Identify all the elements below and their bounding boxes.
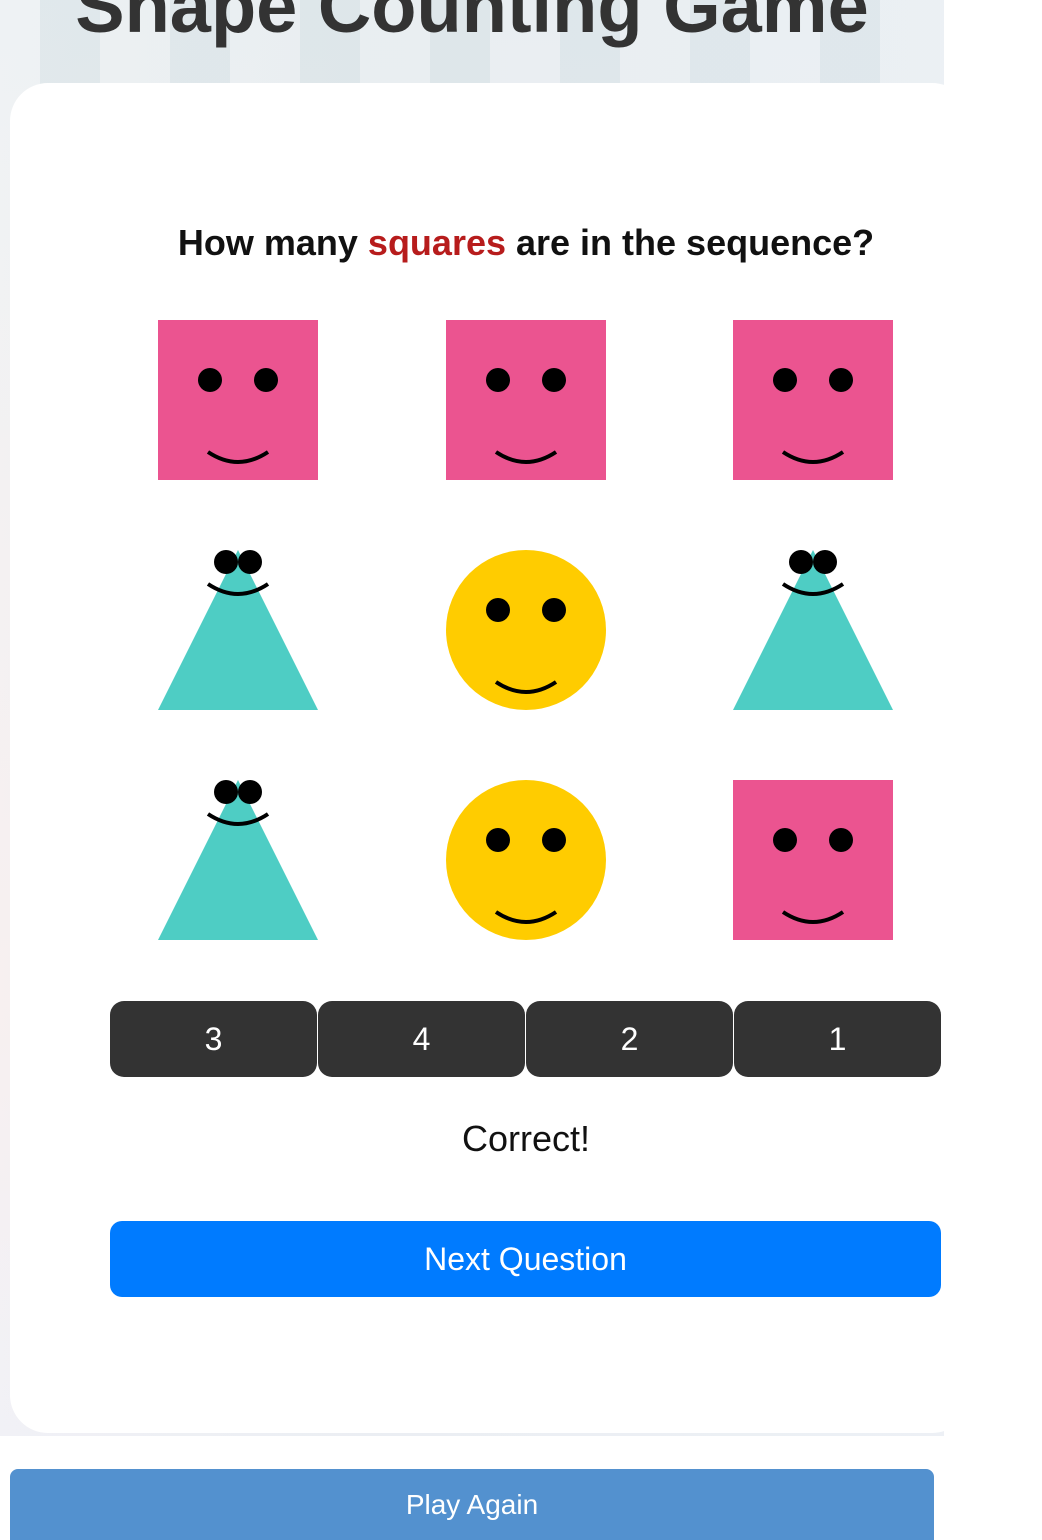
game-title: Shape Counting Game	[75, 0, 869, 48]
triangle-shape	[733, 550, 893, 710]
answer-options: 3 4 2 1	[110, 1001, 942, 1077]
square-shape	[446, 320, 606, 480]
answer-button-4[interactable]: 4	[318, 1001, 525, 1077]
answer-button-3[interactable]: 3	[110, 1001, 317, 1077]
result-message: Correct!	[461, 1118, 591, 1159]
triangle-shape	[158, 550, 318, 710]
square-shape	[733, 780, 893, 940]
next-question-button[interactable]: Next Question	[110, 1221, 941, 1297]
square-shape	[733, 320, 893, 480]
play-again-button[interactable]: Play Again	[10, 1469, 934, 1540]
question-suffix: are in the sequence?	[506, 222, 875, 263]
triangle-shape	[158, 780, 318, 940]
circle-shape	[446, 550, 606, 710]
circle-shape	[446, 780, 606, 940]
answer-button-2[interactable]: 2	[526, 1001, 733, 1077]
question-text: How many squares are in the sequence?	[10, 222, 1042, 264]
square-shape	[158, 320, 318, 480]
question-target-shape: squares	[367, 222, 506, 263]
question-prefix: How many	[177, 222, 368, 263]
answer-button-1[interactable]: 1	[734, 1001, 941, 1077]
